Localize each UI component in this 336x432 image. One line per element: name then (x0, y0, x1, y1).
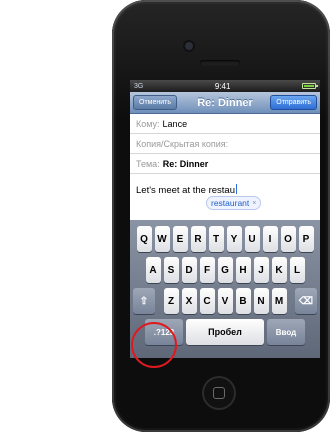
key-n[interactable]: N (253, 288, 269, 314)
to-label: Кому: (136, 118, 160, 129)
key-a[interactable]: A (145, 257, 161, 283)
key-j[interactable]: J (253, 257, 269, 283)
onscreen-keyboard: Q W E R T Y U I O P A S D F G H J K L ⇧ … (130, 220, 320, 358)
autocorrect-suggestion[interactable]: restaurant × (206, 196, 262, 210)
keyboard-row-3: ⇧ Z X C V B N M ⌫ (133, 288, 317, 314)
delete-key[interactable]: ⌫ (295, 288, 317, 314)
to-field[interactable]: Кому: Lance (130, 114, 320, 134)
key-z[interactable]: Z (163, 288, 179, 314)
keyboard-row-2: A S D F G H J K L (133, 257, 317, 283)
keyboard-row-3-letters: Z X C V B N M (163, 288, 287, 314)
keyboard-row-1: Q W E R T Y U I O P (133, 226, 317, 252)
compose-navbar: Отменить Re: Dinner Отправить (130, 92, 320, 114)
suggestion-text: restaurant (211, 198, 250, 208)
cancel-button[interactable]: Отменить (133, 95, 177, 110)
shift-key[interactable]: ⇧ (133, 288, 155, 314)
return-key[interactable]: Ввод (267, 319, 305, 345)
status-bar: 3G 9:41 (130, 80, 320, 92)
front-camera (185, 42, 193, 50)
key-p[interactable]: P (298, 226, 314, 252)
key-k[interactable]: K (271, 257, 287, 283)
key-l[interactable]: L (289, 257, 305, 283)
numbers-key[interactable]: .?123 (145, 319, 183, 345)
key-y[interactable]: Y (226, 226, 242, 252)
key-f[interactable]: F (199, 257, 215, 283)
key-u[interactable]: U (244, 226, 260, 252)
key-x[interactable]: X (181, 288, 197, 314)
earpiece-speaker (200, 60, 240, 66)
key-r[interactable]: R (190, 226, 206, 252)
key-m[interactable]: M (271, 288, 287, 314)
text-cursor (235, 184, 237, 194)
subject-label: Тема: (136, 158, 160, 169)
key-b[interactable]: B (235, 288, 251, 314)
home-square-icon (213, 387, 225, 399)
space-key[interactable]: Пробел (186, 319, 264, 345)
signal-indicator: 3G (134, 82, 144, 90)
key-s[interactable]: S (163, 257, 179, 283)
key-c[interactable]: C (199, 288, 215, 314)
keyboard-row-4: .?123 Пробел Ввод (133, 319, 317, 345)
key-w[interactable]: W (154, 226, 170, 252)
battery-icon (301, 83, 318, 89)
close-icon[interactable]: × (252, 200, 256, 207)
key-d[interactable]: D (181, 257, 197, 283)
key-e[interactable]: E (172, 226, 188, 252)
home-button[interactable] (202, 376, 236, 410)
status-time: 9:41 (214, 81, 231, 91)
key-o[interactable]: O (280, 226, 296, 252)
to-value: Lance (162, 118, 188, 129)
phone-screen: 3G 9:41 Отменить Re: Dinner Отправить Ко… (130, 80, 320, 358)
cc-label: Копия/Скрытая копия: (136, 138, 229, 149)
subject-field[interactable]: Тема: Re: Dinner (130, 154, 320, 174)
key-i[interactable]: I (262, 226, 278, 252)
cc-field[interactable]: Копия/Скрытая копия: (130, 134, 320, 154)
message-text: Let's meet at the restau (136, 185, 235, 196)
subject-value: Re: Dinner (162, 158, 209, 169)
key-v[interactable]: V (217, 288, 233, 314)
key-t[interactable]: T (208, 226, 224, 252)
key-g[interactable]: G (217, 257, 233, 283)
key-h[interactable]: H (235, 257, 251, 283)
key-q[interactable]: Q (136, 226, 152, 252)
send-button[interactable]: Отправить (270, 95, 317, 110)
